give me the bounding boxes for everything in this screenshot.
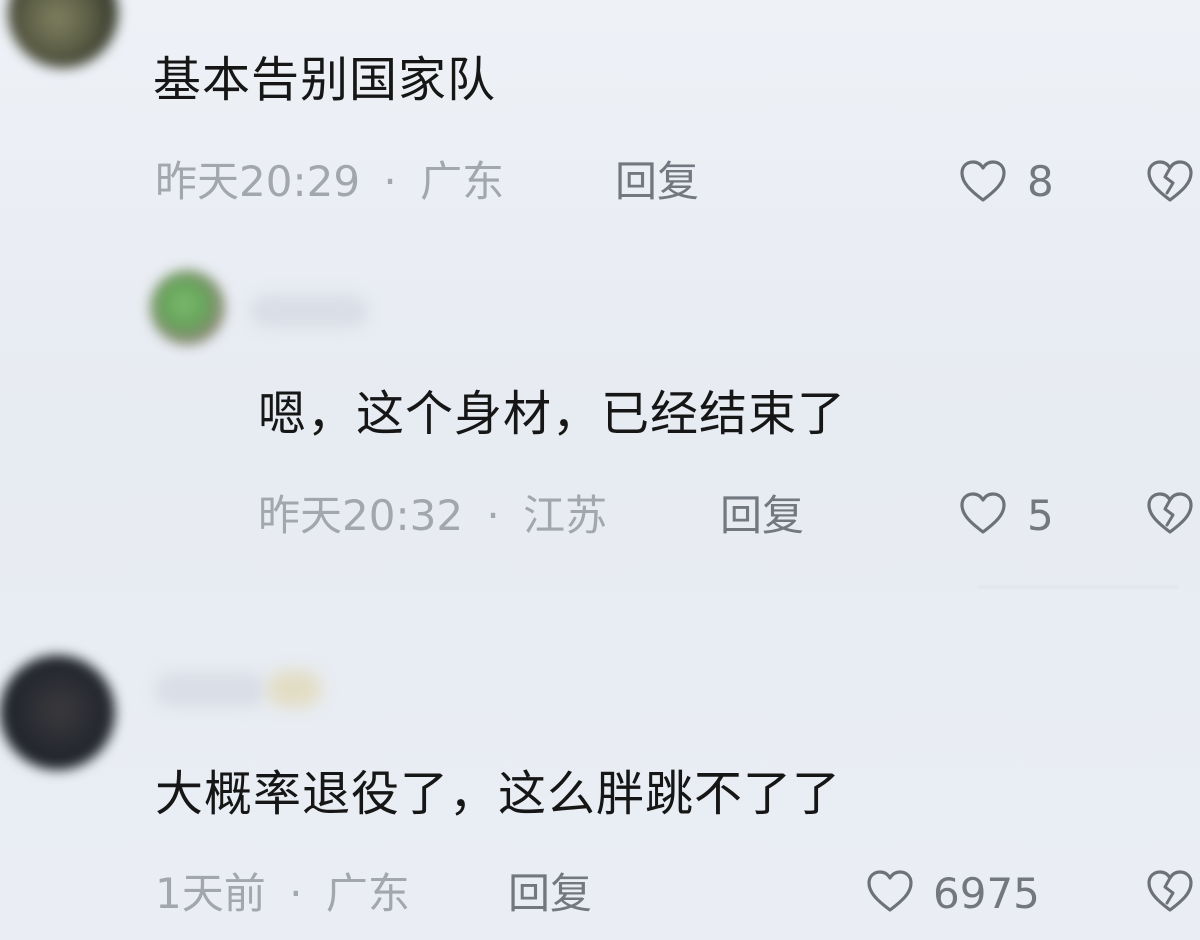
- broken-heart-icon[interactable]: [1142, 864, 1198, 920]
- broken-heart-icon[interactable]: [1142, 486, 1198, 542]
- meta-separator: ·: [486, 491, 500, 540]
- avatar[interactable]: [0, 655, 115, 770]
- avatar[interactable]: [150, 270, 225, 345]
- comment-location: 广东: [325, 869, 410, 918]
- comment-location: 江苏: [523, 491, 608, 540]
- reply-button[interactable]: 回复: [720, 488, 804, 544]
- meta-separator: ·: [289, 869, 303, 918]
- comment-meta: 1天前 · 广东: [155, 866, 410, 922]
- comment-time: 昨天20:29: [155, 157, 361, 206]
- comment-meta: 昨天20:29 · 广东: [155, 154, 504, 210]
- divider: [978, 586, 1178, 588]
- comment-text: 基本告别国家队: [153, 52, 497, 108]
- like-count: 5: [1027, 491, 1054, 540]
- heart-outline-icon[interactable]: [862, 864, 918, 920]
- comment-time: 昨天20:32: [258, 491, 464, 540]
- comment-time: 1天前: [155, 869, 266, 918]
- comment-location: 广东: [420, 157, 505, 206]
- meta-separator: ·: [383, 157, 397, 206]
- heart-outline-icon[interactable]: [955, 154, 1011, 210]
- broken-heart-icon[interactable]: [1142, 154, 1198, 210]
- user-badge-blurred: [268, 671, 320, 707]
- avatar[interactable]: [8, 0, 118, 68]
- heart-outline-icon[interactable]: [955, 486, 1011, 542]
- comment-meta: 昨天20:32 · 江苏: [258, 488, 607, 544]
- username-blurred[interactable]: [250, 295, 368, 327]
- reply-button[interactable]: 回复: [508, 866, 592, 922]
- like-count: 6975: [933, 869, 1040, 918]
- username-blurred[interactable]: [155, 673, 265, 707]
- reply-button[interactable]: 回复: [615, 154, 699, 210]
- like-count: 8: [1027, 157, 1054, 206]
- comment-text: 大概率退役了，这么胖跳不了了: [155, 766, 842, 822]
- comment-text: 嗯，这个身材，已经结束了: [258, 386, 847, 442]
- comment-thread: 基本告别国家队 昨天20:29 · 广东 回复 8 嗯，这个身材，已经结束了 昨…: [0, 0, 1200, 940]
